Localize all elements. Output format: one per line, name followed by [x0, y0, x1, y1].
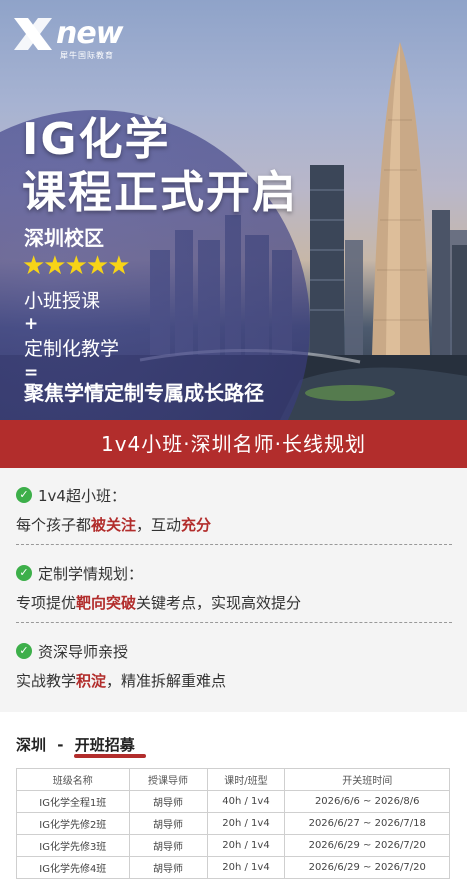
- hero-title-line-2: 课程正式开启: [22, 167, 298, 218]
- desc-highlight: 靶向突破: [76, 594, 137, 612]
- table-cell: IG化学全程1班: [16, 790, 130, 813]
- table-cell: 2026/6/29 ~ 2026/7/20: [284, 856, 450, 879]
- table-cell: 20h / 1v4: [206, 812, 286, 835]
- table-header-row: 班级名称 授课导师 课时/班型 开关班时间: [16, 768, 450, 791]
- feature-item-small-class: ✓ 1v4超小班： 每个孩子都被关注，互动充分: [16, 484, 456, 535]
- schedule-section: 深圳 - 开班招募 班级名称 授课导师 课时/班型 开关班时间 IG化学全程1班…: [0, 712, 467, 885]
- hero-plus-sign: +: [24, 314, 39, 334]
- feature-title: 1v4超小班：: [38, 486, 126, 505]
- dashed-divider: [16, 622, 452, 623]
- column-header: 课时/班型: [206, 768, 286, 791]
- table-cell: IG化学先修4班: [16, 856, 130, 879]
- highlight-band: 1v4小班·深圳名师·长线规划: [0, 420, 467, 468]
- table-cell: 胡导师: [128, 790, 208, 813]
- brand-logo: new 犀牛国际教育: [12, 14, 132, 60]
- rating-stars-icon: ★★★★★: [22, 251, 131, 281]
- hero-banner: new 犀牛国际教育 IG化学 课程正式开启 深圳校区 ★★★★★ 小班授课 +…: [0, 0, 467, 420]
- table-row: IG化学全程1班 胡导师 40h / 1v4 2026/6/6 ~ 2026/8…: [16, 790, 450, 813]
- column-header: 授课导师: [128, 768, 208, 791]
- feature-title: 定制学情规划：: [38, 564, 144, 583]
- desc-highlight: 积淀: [76, 672, 107, 690]
- features-section: ✓ 1v4超小班： 每个孩子都被关注，互动充分 ✓ 定制学情规划： 专项提优靶向…: [0, 468, 467, 708]
- dashed-divider: [16, 544, 452, 545]
- brand-subtitle: 犀牛国际教育: [60, 51, 114, 60]
- feature-title: 资深导师亲授: [38, 642, 129, 661]
- feature-item-senior-tutor: ✓ 资深导师亲授 实战教学积淀，精准拆解重难点: [16, 640, 456, 691]
- table-cell: 20h / 1v4: [206, 834, 286, 857]
- table-cell: 胡导师: [128, 834, 208, 857]
- table-cell: 2026/6/6 ~ 2026/8/6: [284, 790, 450, 813]
- desc-text: ，互动: [136, 516, 182, 534]
- schedule-label: 开班招募: [74, 736, 135, 754]
- hero-feature-custom-teaching: 定制化教学: [24, 338, 120, 360]
- table-cell: 胡导师: [128, 856, 208, 879]
- feature-description: 专项提优靶向突破关键考点，实现高效提分: [16, 592, 456, 613]
- table-cell: 40h / 1v4: [206, 790, 286, 813]
- schedule-heading: 深圳 - 开班招募: [16, 734, 146, 758]
- hero-title-line-1: IG化学: [22, 114, 171, 165]
- hero-feature-small-class: 小班授课: [24, 290, 101, 312]
- table-cell: 2026/6/27 ~ 2026/7/18: [284, 812, 450, 835]
- desc-text: 实战教学: [16, 672, 77, 690]
- table-cell: 20h / 1v4: [206, 856, 286, 879]
- feature-item-custom-plan: ✓ 定制学情规划： 专项提优靶向突破关键考点，实现高效提分: [16, 562, 456, 613]
- check-circle-icon: ✓: [16, 487, 32, 503]
- table-row: IG化学先修4班 胡导师 20h / 1v4 2026/6/29 ~ 2026/…: [16, 856, 450, 879]
- campus-label: 深圳校区: [24, 226, 104, 250]
- schedule-city: 深圳: [16, 736, 47, 754]
- brand-name: new: [56, 16, 123, 51]
- check-circle-icon: ✓: [16, 643, 32, 659]
- desc-text: 专项提优: [16, 594, 77, 612]
- table-row: IG化学先修2班 胡导师 20h / 1v4 2026/6/27 ~ 2026/…: [16, 812, 450, 835]
- table-row: IG化学先修3班 胡导师 20h / 1v4 2026/6/29 ~ 2026/…: [16, 834, 450, 857]
- schedule-heading-separator: -: [57, 736, 64, 754]
- table-cell: IG化学先修2班: [16, 812, 130, 835]
- table-cell: 2026/6/29 ~ 2026/7/20: [284, 834, 450, 857]
- table-cell: 胡导师: [128, 812, 208, 835]
- column-header: 班级名称: [16, 768, 130, 791]
- logo-x-icon: [14, 18, 52, 50]
- desc-text: 每个孩子都: [16, 516, 92, 534]
- check-circle-icon: ✓: [16, 565, 32, 581]
- hero-feature-growth-path: 聚焦学情定制专属成长路径: [24, 381, 264, 405]
- class-schedule-table: 班级名称 授课导师 课时/班型 开关班时间 IG化学全程1班 胡导师 40h /…: [16, 768, 450, 879]
- table-cell: IG化学先修3班: [16, 834, 130, 857]
- desc-text: ，精准拆解重难点: [106, 672, 227, 690]
- feature-description: 实战教学积淀，精准拆解重难点: [16, 670, 456, 691]
- poster-page: new 犀牛国际教育 IG化学 课程正式开启 深圳校区 ★★★★★ 小班授课 +…: [0, 0, 467, 885]
- heading-underline: [74, 754, 146, 758]
- feature-description: 每个孩子都被关注，互动充分: [16, 514, 456, 535]
- desc-highlight: 被关注: [91, 516, 137, 534]
- desc-highlight: 充分: [181, 516, 212, 534]
- column-header: 开关班时间: [284, 768, 450, 791]
- desc-text: 关键考点，实现高效提分: [136, 594, 302, 612]
